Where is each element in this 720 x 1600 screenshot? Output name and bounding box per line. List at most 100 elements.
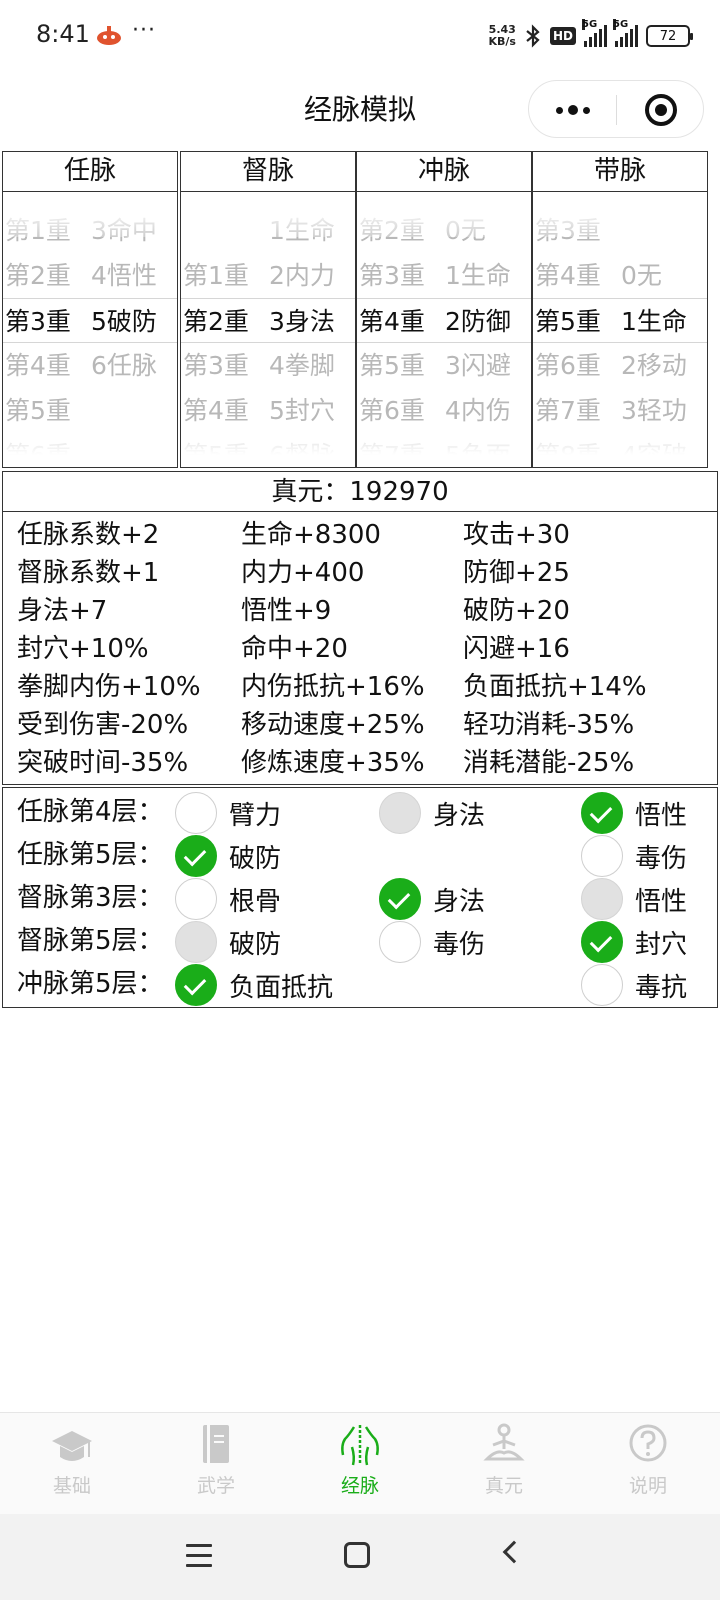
picker-level: 第2重	[535, 193, 601, 208]
stat-item: 移动速度+25%	[241, 710, 425, 740]
picker-row[interactable]: 第1重	[357, 193, 531, 208]
picker-row[interactable]: 第6重 4内伤	[357, 388, 531, 433]
unchecked-circle-icon[interactable]	[175, 878, 217, 920]
stat-item: 攻击+30	[463, 520, 570, 550]
picker-level: 第2重	[359, 216, 425, 245]
option-choice[interactable]: 身法	[379, 791, 485, 835]
picker-level: 第1重	[359, 193, 425, 208]
picker-row[interactable]: 第2重	[533, 193, 707, 208]
option-choice-label: 毒伤	[433, 929, 486, 960]
stat-item: 封穴+10%	[17, 634, 149, 664]
checked-circle-icon[interactable]	[581, 921, 623, 963]
picker-row[interactable]: 第7重 5负面	[357, 433, 531, 467]
tab-0[interactable]: 基础	[0, 1421, 144, 1511]
option-choice-label: 毒抗	[635, 972, 688, 1003]
option-choice[interactable]: 毒伤	[581, 834, 687, 878]
option-choice[interactable]: 身法	[379, 877, 485, 921]
picker-row-selected[interactable]: 第5重 1生命	[533, 298, 707, 343]
option-choice[interactable]: 悟性	[581, 791, 687, 835]
picker-wheel[interactable]: 0无 1生命第1重 2内力第2重 3身法第3重 4拳脚第4重 5封穴第5重 6督脉	[181, 193, 355, 468]
picker-row[interactable]: 第6重 2移动	[533, 343, 707, 388]
picker-wheel[interactable]: 第1重第2重 0无第3重 1生命第4重 2防御第5重 3闪避第6重 4内伤第7重 5负面	[357, 193, 531, 467]
picker-row-selected[interactable]: 第3重 5破防	[3, 298, 177, 343]
unchecked-circle-icon[interactable]	[581, 964, 623, 1006]
tab-4[interactable]: 说明	[576, 1421, 720, 1511]
tab-1[interactable]: 武学	[144, 1421, 288, 1511]
option-choice[interactable]: 毒抗	[581, 963, 687, 1007]
bottom-tab-bar: 基础 武学 经脉 真元 说明	[0, 1412, 720, 1514]
option-choice-label: 臂力	[229, 800, 282, 831]
picker-row[interactable]: 第2重 4悟性	[3, 253, 177, 298]
option-choice[interactable]: 破防	[175, 920, 281, 964]
picker-row[interactable]: 1生命	[181, 208, 355, 253]
picker-level: 第3重	[535, 216, 601, 245]
picker-value: 0无	[621, 261, 662, 290]
option-choice[interactable]: 封穴	[581, 920, 687, 964]
close-circle-button[interactable]	[645, 94, 677, 126]
picker-row[interactable]: 第3重	[533, 208, 707, 253]
option-row-label: 督脉第3层：	[17, 883, 164, 913]
picker-title: 冲脉	[357, 152, 531, 192]
more-options-button[interactable]	[529, 81, 617, 139]
picker-2[interactable]: 冲脉第1重第2重 0无第3重 1生命第4重 2防御第5重 3闪避第6重 4内伤第7重 5负面	[356, 151, 532, 468]
recent-apps-button[interactable]	[186, 1544, 212, 1568]
picker-value: 6督脉	[269, 441, 335, 468]
checked-circle-icon[interactable]	[581, 792, 623, 834]
picker-row[interactable]: 第1重 3命中	[3, 208, 177, 253]
picker-row[interactable]: 第5重	[3, 388, 177, 433]
signal-icon-2: 5G	[613, 19, 638, 47]
picker-row[interactable]: 第3重 4拳脚	[181, 343, 355, 388]
picker-wheel[interactable]: 2攻击第1重 3命中第2重 4悟性第3重 5破防第4重 6任脉第5重第6重	[3, 193, 177, 467]
picker-row[interactable]: 第6重	[3, 433, 177, 467]
option-row-label: 督脉第5层：	[17, 926, 164, 956]
unchecked-circle-icon[interactable]	[379, 921, 421, 963]
picker-row[interactable]: 第4重 5封穴	[181, 388, 355, 433]
picker-row[interactable]: 第4重 6任脉	[3, 343, 177, 388]
picker-row[interactable]: 第3重 1生命	[357, 253, 531, 298]
picker-value: 3闪避	[445, 351, 511, 380]
picker-row[interactable]: 第7重 3轻功	[533, 388, 707, 433]
picker-row[interactable]: 第1重 2内力	[181, 253, 355, 298]
picker-row[interactable]: 0无	[181, 193, 355, 208]
picker-3[interactable]: 带脉第2重第3重第4重 0无第5重 1生命第6重 2移动第7重 3轻功第8重 4突破	[532, 151, 708, 468]
picker-0[interactable]: 任脉2攻击第1重 3命中第2重 4悟性第3重 5破防第4重 6任脉第5重第6重	[2, 151, 178, 468]
option-choice-label: 毒伤	[635, 843, 688, 874]
tab-3[interactable]: 真元	[432, 1421, 576, 1511]
tab-2[interactable]: 经脉	[288, 1421, 432, 1511]
picker-value: 4悟性	[91, 261, 157, 290]
picker-level: 第1重	[183, 261, 249, 290]
option-choice[interactable]: 毒伤	[379, 920, 485, 964]
option-choice-label: 封穴	[635, 929, 688, 960]
picker-value: 0无	[269, 193, 310, 208]
option-choice-label: 身法	[433, 886, 486, 917]
option-choice[interactable]: 悟性	[581, 877, 687, 921]
stat-item: 受到伤害-20%	[17, 710, 189, 740]
disabled-circle-icon	[379, 792, 421, 834]
unchecked-circle-icon[interactable]	[175, 792, 217, 834]
option-choice[interactable]: 破防	[175, 834, 281, 878]
picker-1[interactable]: 督脉0无 1生命第1重 2内力第2重 3身法第3重 4拳脚第4重 5封穴第5重 6督脉	[180, 151, 356, 468]
picker-row[interactable]: 第5重 6督脉	[181, 433, 355, 468]
unchecked-circle-icon[interactable]	[581, 835, 623, 877]
back-button[interactable]	[502, 1540, 526, 1564]
checked-circle-icon[interactable]	[379, 878, 421, 920]
picker-row[interactable]: 第4重 0无	[533, 253, 707, 298]
option-choice[interactable]: 臂力	[175, 791, 281, 835]
option-choice[interactable]: 负面抵抗	[175, 963, 333, 1007]
zhenyuan-total: 真元：192970	[3, 472, 717, 512]
home-button[interactable]	[344, 1542, 370, 1568]
picker-wheel[interactable]: 第2重第3重第4重 0无第5重 1生命第6重 2移动第7重 3轻功第8重 4突破	[533, 193, 707, 467]
capsule-divider	[616, 95, 617, 125]
checked-circle-icon[interactable]	[175, 835, 217, 877]
picker-row-selected[interactable]: 第4重 2防御	[357, 298, 531, 343]
checked-circle-icon[interactable]	[175, 964, 217, 1006]
stat-item: 督脉系数+1	[17, 558, 160, 588]
body-meridian-icon	[341, 1425, 379, 1466]
picker-row[interactable]: 2攻击	[3, 193, 177, 208]
picker-row[interactable]: 第5重 3闪避	[357, 343, 531, 388]
picker-row[interactable]: 第8重 4突破	[533, 433, 707, 467]
picker-row[interactable]: 第2重 0无	[357, 208, 531, 253]
picker-row-selected[interactable]: 第2重 3身法	[181, 298, 355, 343]
picker-level: 第1重	[5, 216, 71, 245]
option-choice[interactable]: 根骨	[175, 877, 281, 921]
